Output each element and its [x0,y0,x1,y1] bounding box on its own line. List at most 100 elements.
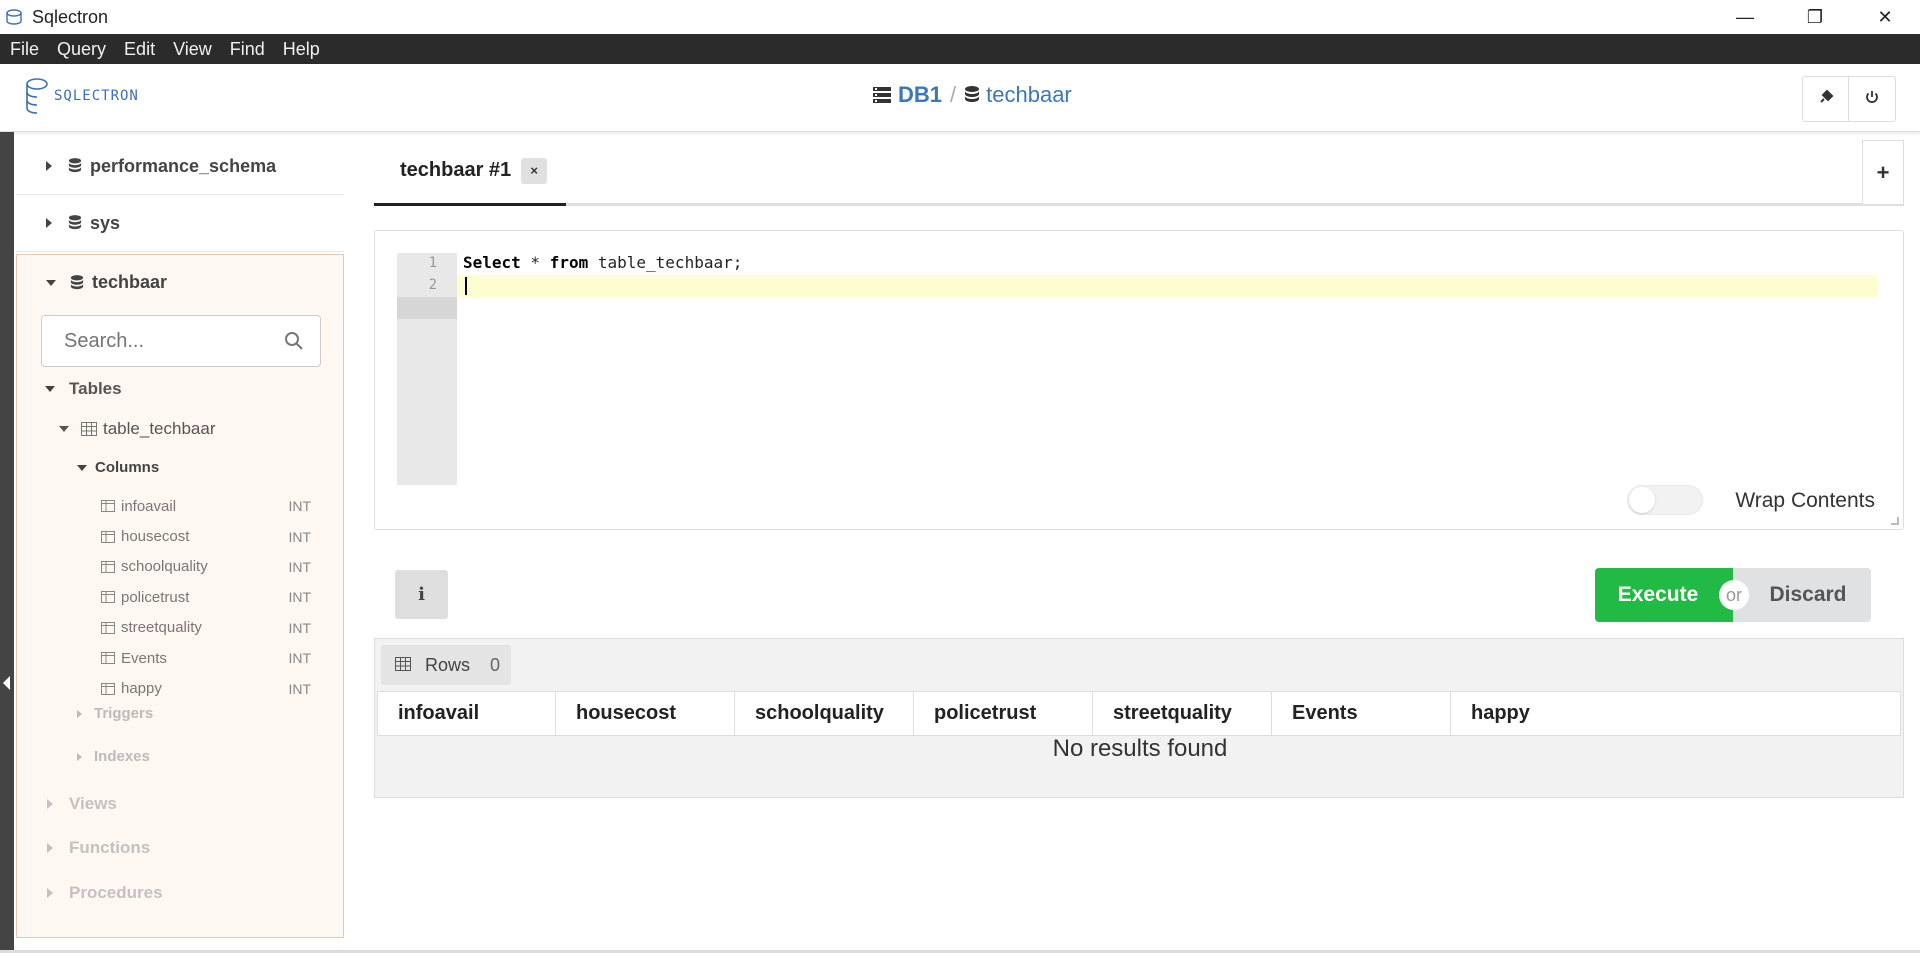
column-icon [101,591,115,604]
breadcrumb-database[interactable]: techbaar [986,82,1072,108]
add-tab-button[interactable]: + [1862,140,1904,204]
column-type: INT [288,528,311,545]
window-controls: — ❐ ✕ [1710,0,1920,34]
database-icon [68,157,82,175]
db-name: performance_schema [90,155,277,176]
column-name: policetrust [121,588,190,606]
caret-down-icon [46,279,56,286]
rows-badge: Rows 0 [381,645,511,685]
menu-query[interactable]: Query [51,39,112,60]
discard-button[interactable]: Discard [1733,568,1871,622]
column-header[interactable]: policetrust [913,691,1093,736]
caret-right-icon [46,161,52,171]
column-item[interactable]: housecost INT [101,521,321,551]
column-item[interactable]: policetrust INT [101,582,321,612]
resize-grip-icon[interactable] [1891,517,1899,525]
column-item[interactable]: schoolquality INT [101,552,321,582]
sidebar: performance_schema sys techbaar Tables [16,138,344,948]
disconnect-button[interactable] [1803,77,1849,121]
column-header[interactable]: Events [1271,691,1451,736]
search-input[interactable] [62,328,262,354]
procedures-label: Procedures [69,883,163,902]
power-button[interactable] [1849,77,1895,121]
server-icon [872,86,892,104]
column-header[interactable]: housecost [555,691,735,736]
execute-button[interactable]: Execute [1595,568,1733,622]
db-name: techbaar [92,272,168,292]
column-name: streetquality [121,619,202,637]
column-header[interactable]: infoavail [377,691,556,736]
table-icon [81,422,97,436]
triggers-label: Triggers [94,705,154,722]
sidebar-search [41,315,321,367]
database-icon [964,85,980,105]
column-header[interactable]: happy [1450,691,1901,736]
tab-close-button[interactable]: × [521,157,548,184]
collapse-arrow-icon [3,676,10,690]
close-button[interactable]: ✕ [1850,0,1920,34]
sidebar-db-sys[interactable]: sys [16,195,344,252]
breadcrumb-server[interactable]: DB1 [898,82,942,108]
functions-group[interactable]: Functions [47,838,150,858]
logo-icon [26,78,48,114]
menu-file[interactable]: File [4,39,45,60]
line-number: 1 [428,255,437,271]
tables-label: Tables [69,379,122,398]
sidebar-collapse-handle[interactable] [0,132,14,953]
indexes-group[interactable]: Indexes [77,748,150,765]
search-icon[interactable] [284,331,304,356]
minimize-button[interactable]: — [1710,0,1780,34]
columns-label: Columns [95,459,160,476]
window-title: Sqlectron [32,6,109,27]
table-name: table_techbaar [103,419,216,438]
caret-right-icon [77,709,82,718]
columns-group[interactable]: Columns [77,459,159,476]
column-name: schoolquality [121,558,208,576]
functions-label: Functions [69,838,151,857]
caret-right-icon [47,888,53,898]
breadcrumb-separator: / [950,82,957,107]
triggers-group[interactable]: Triggers [77,705,153,722]
db-header[interactable]: techbaar [17,255,343,310]
column-item[interactable]: happy INT [101,673,321,703]
tab-techbaar-1[interactable]: techbaar #1 × [374,138,566,206]
active-line-gutter [397,297,457,319]
sidebar-db-performance-schema[interactable]: performance_schema [16,138,344,195]
app-header: SQLECTRON DB1 / techbaar [0,64,1920,132]
column-icon [101,530,115,543]
menu-view[interactable]: View [167,39,218,60]
caret-right-icon [47,799,53,809]
column-name: Events [121,649,167,667]
column-icon [101,500,115,513]
caret-right-icon [46,218,52,228]
code-line-1[interactable]: Select * from table_techbaar; [463,253,742,272]
column-header[interactable]: schoolquality [734,691,914,736]
column-item[interactable]: streetquality INT [101,613,321,643]
table-item[interactable]: table_techbaar [59,419,215,439]
menu-find[interactable]: Find [224,39,271,60]
sidebar-db-techbaar: techbaar Tables table_techbaar Columns [16,254,344,938]
column-header[interactable]: streetquality [1092,691,1272,736]
column-icon [101,621,115,634]
menu-help[interactable]: Help [277,39,326,60]
caret-down-icon [45,386,55,392]
procedures-group[interactable]: Procedures [47,883,163,903]
column-item[interactable]: Events INT [101,643,321,673]
text-cursor [465,277,467,295]
column-icon [101,560,115,573]
database-icon [70,274,84,292]
views-group[interactable]: Views [47,794,117,814]
tables-group[interactable]: Tables [45,379,122,399]
column-item[interactable]: infoavail INT [101,491,321,521]
info-button[interactable]: i [395,570,448,619]
query-tab-bar: techbaar #1 × + [374,138,1904,206]
menu-edit[interactable]: Edit [118,39,161,60]
sql-editor[interactable]: 1 2 Select * from table_techbaar; Wrap C… [374,230,1904,530]
plug-icon [1818,89,1834,110]
line-number-gutter: 1 2 [397,253,457,485]
sql-keyword: Select [463,253,521,272]
wrap-contents-toggle[interactable] [1627,485,1703,515]
header-row: infoavail housecost schoolquality police… [377,691,1901,736]
restore-button[interactable]: ❐ [1780,0,1850,34]
title-bar: Sqlectron — ❐ ✕ [0,0,1920,34]
